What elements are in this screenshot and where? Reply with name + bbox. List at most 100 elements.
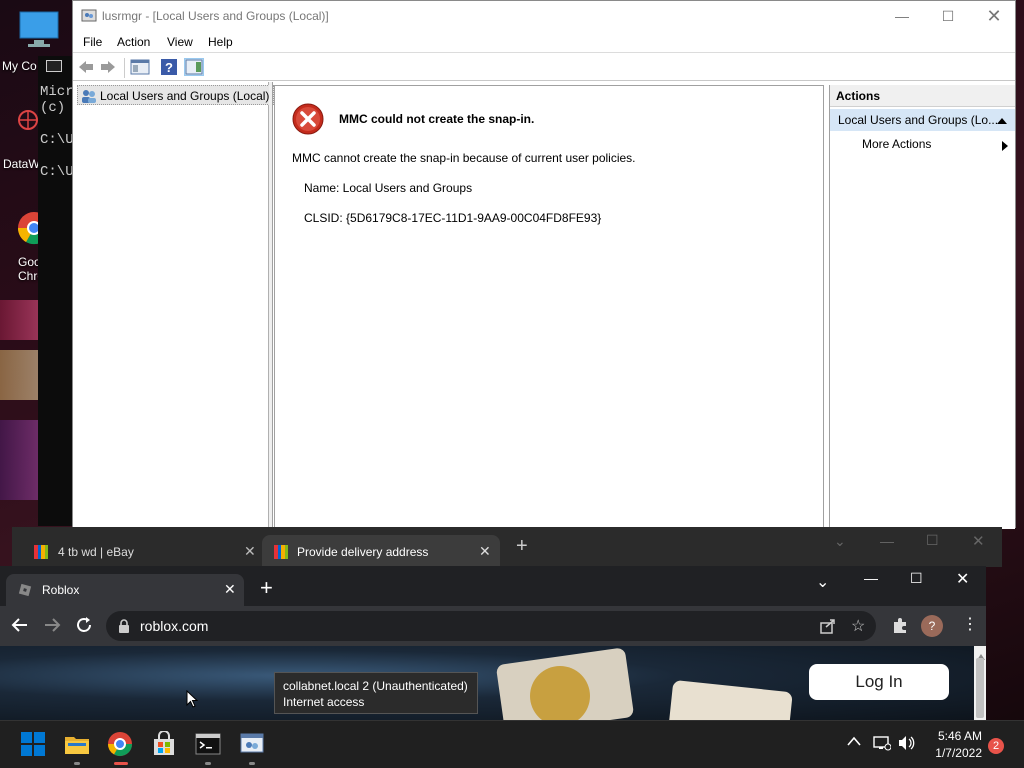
toolbar-separator (124, 58, 125, 78)
back-arrow-icon[interactable] (77, 58, 97, 76)
tab-delivery-address[interactable]: Provide delivery address ✕ (262, 535, 500, 567)
running-indicator (205, 762, 211, 765)
show-hide-tree-icon[interactable] (130, 58, 150, 76)
mouse-cursor-icon (186, 689, 199, 711)
cmd-line: C:\U (40, 132, 74, 148)
network-icon[interactable] (873, 735, 892, 754)
actions-section-local-users[interactable]: Local Users and Groups (Lo... (830, 109, 1015, 131)
wallpaper-streak (0, 300, 40, 340)
error-message: MMC cannot create the snap-in because of… (292, 151, 636, 165)
snapin-name: Name: Local Users and Groups (304, 181, 473, 195)
tab-roblox[interactable]: Roblox ✕ (6, 574, 244, 606)
file-explorer-icon[interactable] (64, 731, 92, 759)
running-indicator (74, 762, 80, 765)
reload-icon[interactable] (74, 615, 94, 638)
terminal-icon[interactable] (195, 731, 223, 759)
console-tree: Local Users and Groups (Local) (73, 82, 275, 529)
tree-item-local-users-groups[interactable]: Local Users and Groups (Local) (77, 85, 275, 107)
more-actions-item[interactable]: More Actions (862, 137, 931, 151)
roblox-page: Log In (0, 646, 974, 720)
start-button-icon[interactable] (20, 731, 48, 759)
login-button[interactable]: Log In (809, 664, 949, 700)
error-icon (292, 103, 324, 138)
tree-item-label: Local Users and Groups (Local) (100, 89, 270, 103)
chrome-window-back[interactable]: 4 tb wd | eBay ✕ Provide delivery addres… (12, 527, 1002, 567)
mmc-taskbar-icon[interactable] (239, 731, 267, 759)
actions-pane: Actions Local Users and Groups (Lo... Mo… (829, 85, 1015, 529)
profile-avatar[interactable]: ? (921, 615, 943, 637)
result-pane: MMC could not create the snap-in. MMC ca… (274, 85, 824, 529)
taskbar: 5:46 AM 1/7/2022 2 (0, 720, 1024, 768)
chrome-taskbar-icon[interactable] (107, 731, 135, 759)
collapse-up-icon[interactable] (997, 114, 1007, 128)
menu-action[interactable]: Action (117, 35, 150, 49)
url-text: roblox.com (140, 618, 209, 634)
mmc-titlebar[interactable]: lusrmgr - [Local Users and Groups (Local… (73, 1, 1015, 32)
active-indicator (114, 762, 128, 765)
menu-file[interactable]: File (83, 35, 102, 49)
running-indicator (249, 762, 255, 765)
close-button[interactable]: ✕ (956, 569, 969, 589)
menu-view[interactable]: View (167, 35, 193, 49)
minimize-button[interactable]: — (879, 1, 925, 32)
close-button[interactable]: ✕ (972, 532, 985, 550)
maximize-button[interactable]: ☐ (910, 570, 923, 587)
cmd-icon (46, 60, 62, 72)
roblox-game-card[interactable] (667, 679, 793, 720)
svg-text:?: ? (165, 60, 173, 75)
menu-help[interactable]: Help (208, 35, 233, 49)
tooltip-line-network: collabnet.local 2 (Unauthenticated) (283, 679, 468, 693)
tab-label: Roblox (42, 583, 80, 597)
tooltip-line-access: Internet access (283, 695, 365, 709)
close-tab-icon[interactable]: ✕ (479, 543, 491, 560)
share-icon[interactable] (820, 618, 836, 637)
clock-date[interactable]: 1/7/2022 (930, 746, 982, 760)
close-tab-icon[interactable]: ✕ (224, 581, 236, 598)
ebay-favicon (34, 545, 48, 562)
maximize-button[interactable]: ☐ (925, 1, 971, 32)
minimize-button[interactable]: — (864, 570, 878, 586)
extensions-icon[interactable] (891, 616, 909, 637)
volume-icon[interactable] (898, 735, 916, 754)
close-button[interactable]: ✕ (971, 1, 1017, 32)
desktop-label-datawrapper: DataW (3, 157, 40, 171)
my-computer-icon[interactable] (18, 10, 59, 53)
snapin-clsid: CLSID: {5D6179C8-17EC-11D1-9AA9-00C04FD8… (304, 211, 602, 225)
new-tab-icon[interactable]: + (516, 536, 528, 556)
tab-search-icon[interactable]: ⌄ (834, 533, 846, 550)
desktop-label-my-computer: My Co (2, 59, 37, 73)
actions-section-label: Local Users and Groups (Lo... (838, 113, 999, 127)
close-tab-icon[interactable]: ✕ (244, 543, 256, 560)
roblox-character-art (530, 666, 590, 720)
microsoft-store-icon[interactable] (151, 730, 179, 759)
toolbar: ? (73, 54, 1015, 81)
ebay-favicon (274, 545, 288, 562)
tab-ebay[interactable]: 4 tb wd | eBay ✕ (22, 535, 262, 567)
wallpaper-streak (0, 350, 40, 400)
omnibox[interactable]: roblox.com ☆ (106, 611, 876, 641)
mmc-window[interactable]: lusrmgr - [Local Users and Groups (Local… (72, 0, 1016, 529)
submenu-arrow-icon (1002, 140, 1008, 154)
forward-arrow-icon[interactable] (99, 58, 119, 76)
users-group-icon (81, 88, 97, 107)
new-tab-icon[interactable]: + (260, 577, 273, 599)
help-icon[interactable]: ? (160, 58, 180, 76)
show-hidden-icons-chevron-icon[interactable] (846, 735, 862, 750)
chrome-window-front[interactable]: Roblox ✕ + ⌄ — ☐ ✕ roblox.com ☆ ? ⋮ Log … (0, 566, 986, 720)
lock-icon (118, 619, 130, 636)
bookmark-star-icon[interactable]: ☆ (851, 616, 865, 636)
forward-arrow-icon[interactable] (42, 615, 62, 638)
clock-time[interactable]: 5:46 AM (930, 729, 982, 743)
pane-splitter[interactable] (269, 82, 273, 529)
network-tooltip: collabnet.local 2 (Unauthenticated) Inte… (274, 672, 478, 714)
minimize-button[interactable]: — (880, 533, 894, 549)
notification-badge[interactable]: 2 (988, 738, 1004, 754)
tab-search-icon[interactable]: ⌄ (816, 572, 829, 592)
scrollbar-thumb[interactable] (976, 658, 984, 718)
page-scrollbar[interactable] (974, 646, 986, 720)
maximize-button[interactable]: ☐ (926, 532, 939, 549)
error-title: MMC could not create the snap-in. (339, 112, 535, 126)
back-arrow-icon[interactable] (10, 615, 30, 638)
chrome-menu-icon[interactable]: ⋮ (962, 615, 978, 635)
show-hide-action-pane-icon[interactable] (184, 58, 204, 76)
